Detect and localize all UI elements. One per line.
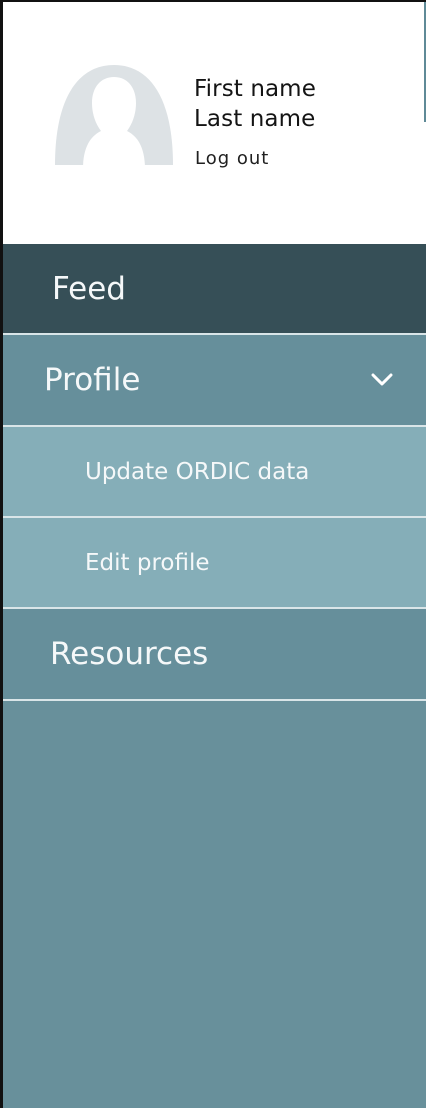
nav-item-feed[interactable]: Feed xyxy=(3,244,426,333)
submenu-item-edit-profile[interactable]: Edit profile xyxy=(3,518,426,607)
avatar-placeholder-icon[interactable] xyxy=(55,65,173,169)
last-name: Last name xyxy=(194,106,316,132)
user-name: First name Last name xyxy=(194,74,316,134)
navigation-drawer: First name Last name Log out Feed Profil… xyxy=(0,0,426,1108)
nav-item-resources[interactable]: Resources xyxy=(3,609,426,699)
profile-header: First name Last name Log out xyxy=(3,2,426,244)
nav-item-feed-label: Feed xyxy=(52,270,126,307)
chevron-down-icon[interactable] xyxy=(370,368,394,392)
submenu-item-label: Edit profile xyxy=(85,549,210,576)
first-name: First name xyxy=(194,76,316,102)
submenu-item-label: Update ORDIC data xyxy=(85,458,310,485)
nav-item-resources-label: Resources xyxy=(50,636,209,672)
nav-divider xyxy=(3,699,426,701)
nav-item-profile[interactable]: Profile xyxy=(3,335,426,425)
main-navigation: Feed Profile Update ORDIC data Edit prof… xyxy=(3,244,426,701)
logout-link[interactable]: Log out xyxy=(195,147,269,171)
submenu-item-update-ordic-data[interactable]: Update ORDIC data xyxy=(3,427,426,516)
nav-item-profile-label: Profile xyxy=(44,362,141,398)
